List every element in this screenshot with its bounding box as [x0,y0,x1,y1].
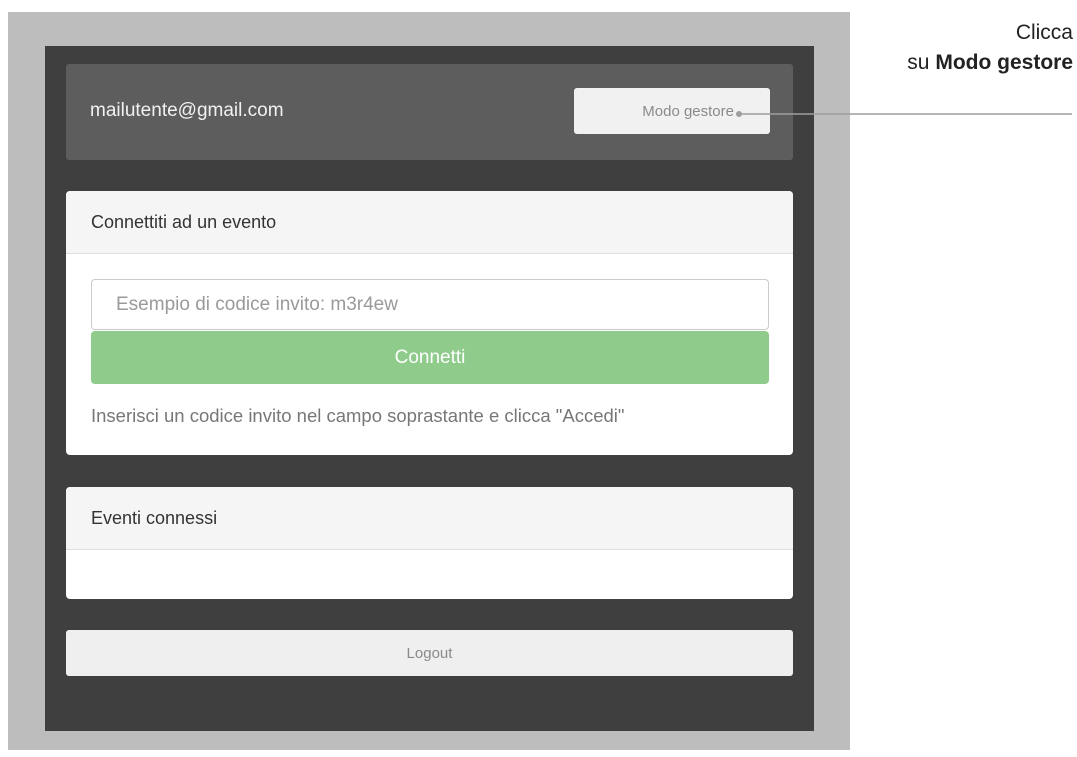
logout-button[interactable]: Logout [66,630,793,676]
callout-pointer [736,111,1072,117]
connected-events-panel: Eventi connessi [66,487,793,599]
manager-mode-button[interactable]: Modo gestore [574,88,770,134]
user-email: mailutente@gmail.com [90,100,284,121]
callout-prefix: su [907,51,930,74]
invite-code-input[interactable] [91,279,769,330]
connect-event-panel: Connettiti ad un evento Connetti Inseris… [66,191,793,455]
connect-panel-title: Connettiti ad un evento [66,191,793,254]
callout-pointer-dot [736,111,742,117]
connect-button[interactable]: Connetti [91,331,769,384]
events-panel-title: Eventi connessi [66,487,793,550]
callout-line-1: Clicca [1015,21,1073,44]
help-text: Inserisci un codice invito nel campo sop… [91,405,625,426]
callout-line-2: su Modo gestore [907,48,1073,78]
callout-annotation: Clicca su Modo gestore [907,18,1073,78]
user-bar: mailutente@gmail.com Modo gestore [66,64,793,160]
callout-emphasis: Modo gestore [935,51,1073,74]
